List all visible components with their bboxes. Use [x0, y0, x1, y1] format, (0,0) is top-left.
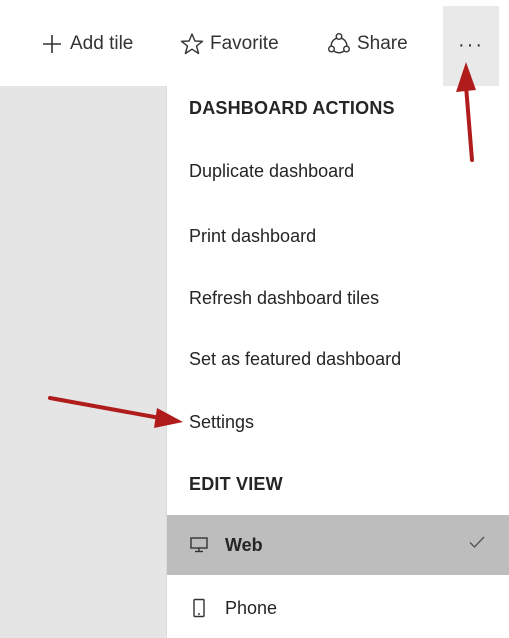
settings-item[interactable]: Settings [167, 395, 509, 449]
ellipsis-icon: ··· [458, 33, 484, 56]
menu-item-label: Duplicate dashboard [189, 160, 355, 181]
share-icon [327, 32, 351, 56]
share-label: Share [357, 33, 408, 54]
monitor-icon [189, 535, 209, 555]
more-options-button[interactable]: ··· [443, 6, 499, 86]
share-button[interactable]: Share [327, 26, 408, 62]
favorite-label: Favorite [210, 33, 279, 54]
duplicate-dashboard-item[interactable]: Duplicate dashboard [167, 144, 509, 198]
favorite-button[interactable]: Favorite [180, 26, 279, 62]
set-featured-dashboard-item[interactable]: Set as featured dashboard [167, 332, 509, 386]
refresh-dashboard-tiles-item[interactable]: Refresh dashboard tiles [167, 271, 509, 325]
add-tile-label: Add tile [70, 33, 134, 54]
edit-view-heading: EDIT VIEW [189, 474, 283, 494]
checkmark-icon [468, 533, 486, 551]
menu-item-label: Web [225, 534, 263, 555]
menu-item-label: Set as featured dashboard [189, 348, 402, 369]
page: Add tile Favorite Share ··· DASHBOARD AC… [0, 0, 509, 638]
add-tile-button[interactable]: Add tile [40, 26, 133, 62]
print-dashboard-item[interactable]: Print dashboard [167, 209, 509, 263]
more-options-menu: DASHBOARD ACTIONS Duplicate dashboard Pr… [166, 86, 509, 638]
view-web-item[interactable]: Web [167, 515, 509, 575]
phone-icon [189, 598, 209, 618]
star-icon [180, 32, 204, 56]
menu-item-label: Settings [189, 411, 255, 432]
menu-item-label: Print dashboard [189, 225, 317, 246]
menu-item-label: Phone [225, 597, 278, 618]
plus-icon [40, 32, 64, 56]
dashboard-actions-heading: DASHBOARD ACTIONS [189, 98, 395, 118]
dashboard-canvas [0, 86, 166, 638]
dashboard-toolbar: Add tile Favorite Share ··· [0, 0, 509, 86]
menu-item-label: Refresh dashboard tiles [189, 287, 380, 308]
view-phone-item[interactable]: Phone [167, 579, 509, 637]
